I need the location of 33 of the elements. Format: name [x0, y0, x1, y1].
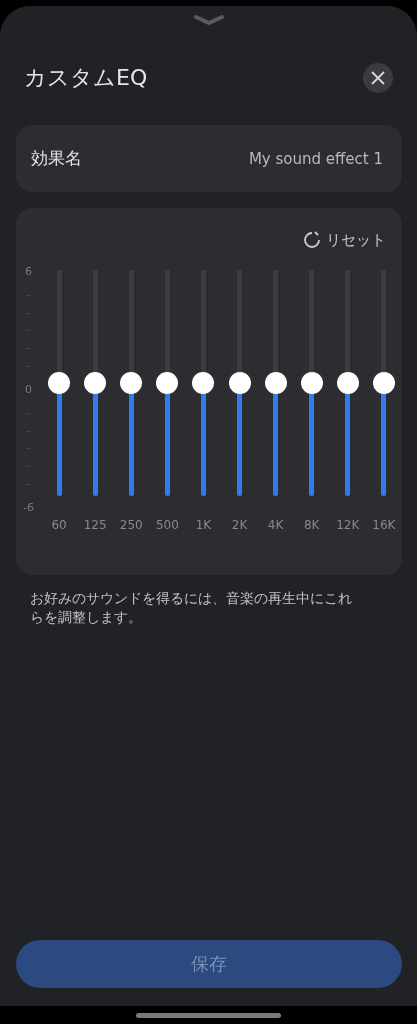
frequency-label: 125 [83, 518, 107, 532]
slider-thumb[interactable] [156, 372, 179, 394]
frequency-label: 2K [231, 518, 248, 532]
slider-thumb[interactable] [336, 372, 359, 394]
hint-text: お好みのサウンドを得るには、音楽の再生中にこれらを調整します。 [30, 589, 353, 627]
close-icon [371, 71, 385, 85]
slider-thumb[interactable] [84, 372, 107, 394]
slider-thumb[interactable] [48, 372, 71, 394]
home-indicator[interactable] [136, 1012, 281, 1018]
frequency-label: 60 [51, 518, 67, 532]
slider-thumb[interactable] [228, 372, 251, 394]
frequency-label: 500 [155, 518, 179, 532]
close-button[interactable] [363, 63, 393, 93]
slider-thumb[interactable] [120, 372, 143, 394]
effect-name-value: My sound effect 1 [248, 149, 383, 168]
frequency-label: 16K [372, 518, 396, 532]
effect-name-card[interactable]: 効果名 My sound effect 1 [16, 125, 402, 192]
axis-label: 6 [25, 266, 32, 278]
frequency-label: 12K [336, 518, 360, 532]
slider-thumb[interactable] [264, 372, 287, 394]
slider-thumb[interactable] [192, 372, 215, 394]
slider-thumb[interactable] [300, 372, 323, 394]
reset-button[interactable]: リセット [303, 228, 386, 252]
sheet-title: カスタムEQ [24, 64, 148, 92]
effect-name-label: 効果名 [31, 147, 82, 170]
frequency-label: 4K [267, 518, 284, 532]
axis-label: -6 [23, 501, 34, 514]
frequency-label: 1K [195, 518, 212, 532]
axis-label: 0 [25, 383, 32, 396]
reset-icon [303, 231, 321, 249]
frequency-label: 8K [303, 518, 320, 532]
slider-thumb[interactable] [372, 372, 395, 394]
frequency-label: 250 [119, 518, 143, 532]
